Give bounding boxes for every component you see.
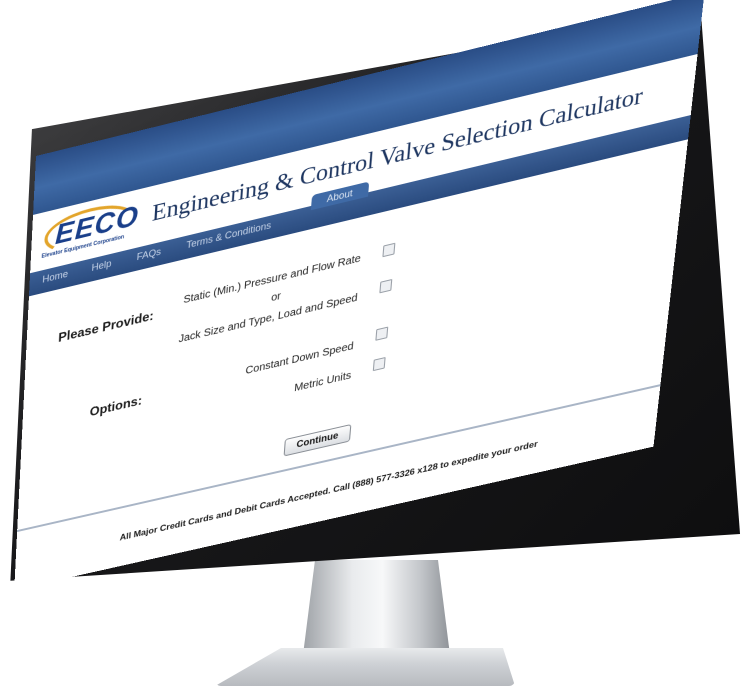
nav-item-home[interactable]: Home (42, 268, 68, 285)
monitor-stand-base (215, 648, 515, 686)
pressure-flow-checkbox[interactable] (382, 242, 396, 258)
please-provide-heading: Please Provide: (57, 308, 155, 346)
nav-item-help[interactable]: Help (91, 258, 111, 273)
jack-load-speed-checkbox[interactable] (379, 278, 393, 294)
metric-units-checkbox[interactable] (372, 356, 386, 372)
monitor-stand-neck (303, 560, 450, 655)
options-heading: Options: (89, 392, 143, 420)
continue-button[interactable]: Continue (283, 423, 352, 457)
nav-item-faqs[interactable]: FAQs (136, 246, 161, 262)
constant-down-speed-checkbox[interactable] (375, 326, 389, 341)
nav-item-about-label: About (326, 187, 354, 205)
